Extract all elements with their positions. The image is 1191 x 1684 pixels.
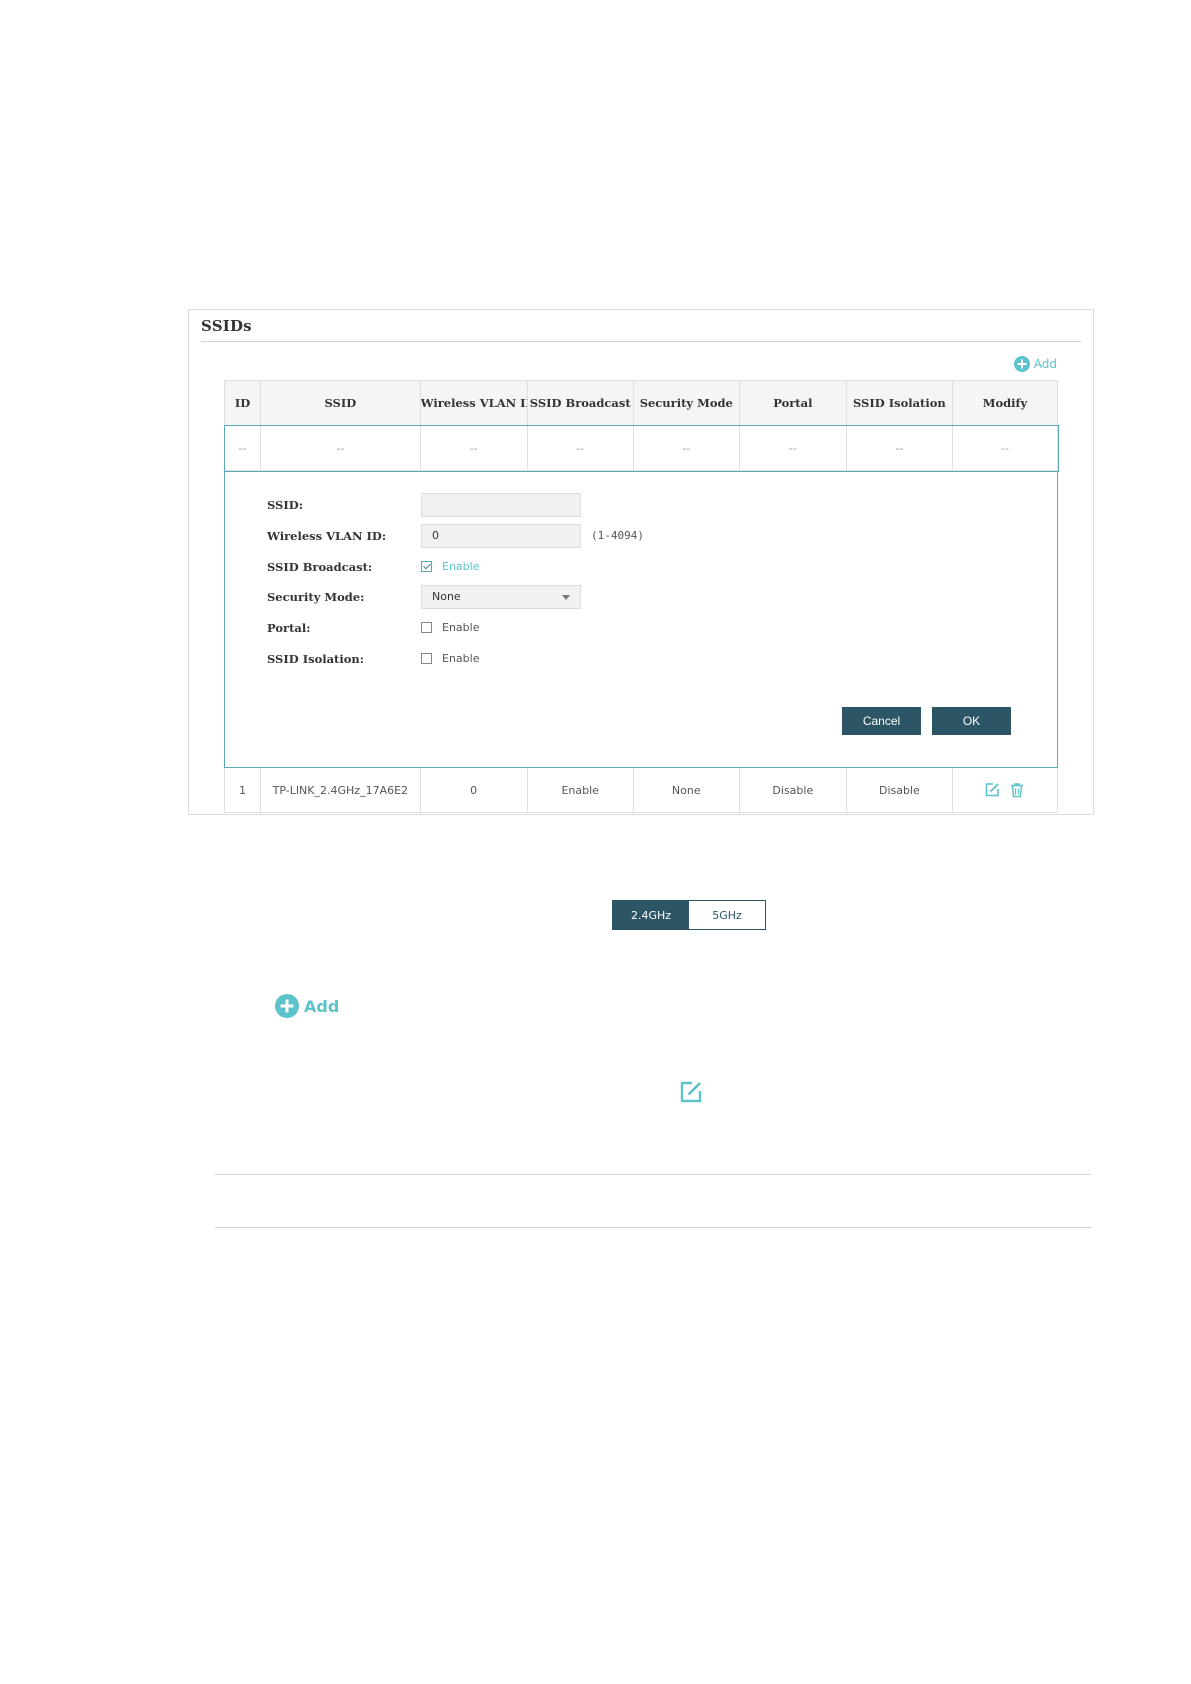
edit-icon[interactable]: [679, 1080, 703, 1104]
new-entry-row: -- -- -- -- -- -- -- --: [223, 424, 1059, 472]
col-broadcast: SSID Broadcast: [526, 380, 634, 426]
vlan-label: Wireless VLAN ID:: [267, 529, 387, 543]
edit-icon[interactable]: [984, 782, 1000, 798]
chevron-down-icon: [562, 595, 570, 600]
row-isolation: Disable: [845, 767, 953, 813]
row-ssid: TP-LINK_2.4GHz_17A6E2: [260, 767, 421, 813]
row-modify: [951, 767, 1059, 813]
isolation-option: Enable: [442, 652, 480, 665]
title-divider: [201, 341, 1081, 342]
placeholder-cell: --: [738, 425, 847, 471]
vlan-input[interactable]: 0: [421, 524, 581, 548]
placeholder-cell: --: [419, 425, 528, 471]
plus-circle-icon: [275, 994, 299, 1018]
add-label: Add: [304, 996, 340, 1016]
trash-icon[interactable]: [1009, 782, 1025, 798]
cancel-button[interactable]: Cancel: [842, 707, 921, 735]
table-row: 1 TP-LINK_2.4GHz_17A6E2 0 Enable None Di…: [223, 767, 1059, 813]
row-broadcast: Enable: [526, 767, 634, 813]
row-portal: Disable: [738, 767, 847, 813]
placeholder-cell: --: [951, 425, 1059, 471]
checkbox-icon: [421, 622, 432, 633]
security-mode-select[interactable]: None: [421, 585, 581, 609]
placeholder-cell: --: [845, 425, 953, 471]
placeholder-cell: --: [632, 425, 740, 471]
ssids-panel: SSIDs Add ID SSID Wireless VLAN ID SSID …: [188, 309, 1094, 815]
placeholder-cell: --: [223, 425, 262, 471]
row-security: None: [632, 767, 740, 813]
col-portal: Portal: [738, 380, 847, 426]
row-vlan: 0: [419, 767, 528, 813]
col-isolation: SSID Isolation: [845, 380, 953, 426]
broadcast-label: SSID Broadcast:: [267, 560, 373, 574]
checkbox-checked-icon: [421, 561, 432, 572]
row-id: 1: [223, 767, 262, 813]
isolation-checkbox[interactable]: Enable: [421, 652, 479, 665]
vlan-hint: (1-4094): [591, 529, 644, 542]
broadcast-option: Enable: [442, 560, 480, 573]
isolation-label: SSID Isolation:: [267, 652, 365, 666]
ssid-form: SSID: Wireless VLAN ID: 0 (1-4094) SSID …: [226, 472, 1057, 767]
band-5ghz-tab[interactable]: 5GHz: [689, 901, 765, 929]
edit-form-row: SSID: Wireless VLAN ID: 0 (1-4094) SSID …: [224, 470, 1058, 768]
ok-button[interactable]: OK: [932, 707, 1011, 735]
col-ssid: SSID: [260, 380, 421, 426]
table-header: ID SSID Wireless VLAN ID SSID Broadcast …: [223, 380, 1059, 426]
ssid-table: ID SSID Wireless VLAN ID SSID Broadcast …: [223, 380, 1059, 813]
placeholder-cell: --: [526, 425, 634, 471]
add-ssid-button[interactable]: Add: [1013, 356, 1057, 372]
portal-option: Enable: [442, 621, 480, 634]
col-modify: Modify: [951, 380, 1059, 426]
divider-bottom: [215, 1227, 1091, 1228]
security-label: Security Mode:: [267, 590, 365, 604]
plus-circle-icon: [1013, 356, 1030, 372]
portal-label: Portal:: [267, 621, 311, 635]
col-id: ID: [223, 380, 262, 426]
modify-actions: [953, 782, 1056, 798]
placeholder-cell: --: [260, 425, 421, 471]
ssid-label: SSID:: [267, 498, 303, 512]
ssid-input[interactable]: [421, 493, 581, 517]
col-vlan: Wireless VLAN ID: [419, 380, 528, 426]
portal-checkbox[interactable]: Enable: [421, 621, 479, 634]
security-mode-value: None: [432, 590, 461, 603]
col-security: Security Mode: [632, 380, 740, 426]
add-label: Add: [1033, 357, 1057, 371]
band-2-4ghz-tab[interactable]: 2.4GHz: [613, 901, 689, 929]
checkbox-icon: [421, 653, 432, 664]
edit-form-cell: SSID: Wireless VLAN ID: 0 (1-4094) SSID …: [224, 470, 1058, 768]
broadcast-checkbox[interactable]: Enable: [421, 560, 479, 573]
add-button-illustration[interactable]: Add: [275, 994, 339, 1018]
divider-top: [215, 1174, 1091, 1175]
band-selector: 2.4GHz 5GHz: [612, 900, 766, 930]
panel-title: SSIDs: [201, 317, 252, 335]
